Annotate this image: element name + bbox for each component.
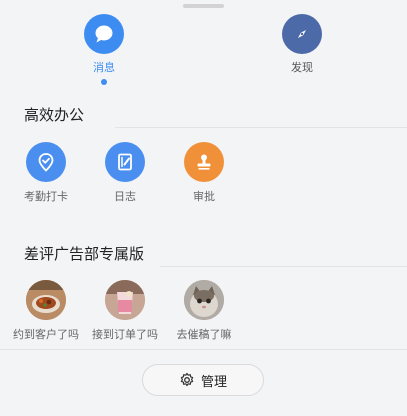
app-attendance-label: 考勤打卡 — [24, 190, 68, 203]
compass-icon — [282, 14, 322, 54]
tab-messages-label: 消息 — [93, 61, 115, 74]
app-orders[interactable]: 接到订单了吗 — [85, 280, 165, 342]
app-manuscript[interactable]: 去催稿了嘛 — [164, 280, 244, 342]
journal-pen-icon — [105, 142, 145, 182]
cat-photo-icon — [184, 280, 224, 320]
tab-discover[interactable]: 发现 — [267, 14, 337, 75]
app-approval-label: 审批 — [193, 190, 215, 203]
manage-button[interactable]: 管理 — [142, 364, 264, 396]
section-divider — [160, 266, 407, 267]
app-clients-label: 约到客户了吗 — [13, 328, 79, 341]
food-photo-icon — [26, 280, 66, 320]
drag-handle[interactable] — [183, 4, 224, 8]
app-journal[interactable]: 日志 — [85, 142, 165, 204]
stamp-icon — [184, 142, 224, 182]
app-journal-label: 日志 — [114, 190, 136, 203]
section-divider — [115, 127, 407, 128]
drink-photo-icon — [105, 280, 145, 320]
app-manuscript-label: 去催稿了嘛 — [176, 328, 232, 341]
app-attendance[interactable]: 考勤打卡 — [6, 142, 86, 204]
section-title-custom: 差评广告部专属版 — [24, 245, 145, 263]
app-clients[interactable]: 约到客户了吗 — [6, 280, 86, 342]
manage-label: 管理 — [200, 374, 227, 390]
gear-icon — [179, 372, 195, 388]
section-title-office: 高效办公 — [24, 106, 85, 124]
chat-bubble-icon — [84, 14, 124, 54]
active-tab-indicator — [101, 79, 107, 85]
app-orders-label: 接到订单了吗 — [92, 328, 158, 341]
tab-messages[interactable]: 消息 — [69, 14, 139, 85]
bottom-divider — [0, 349, 407, 350]
app-approval[interactable]: 审批 — [164, 142, 244, 204]
location-check-icon — [26, 142, 66, 182]
tab-discover-label: 发现 — [291, 61, 313, 74]
